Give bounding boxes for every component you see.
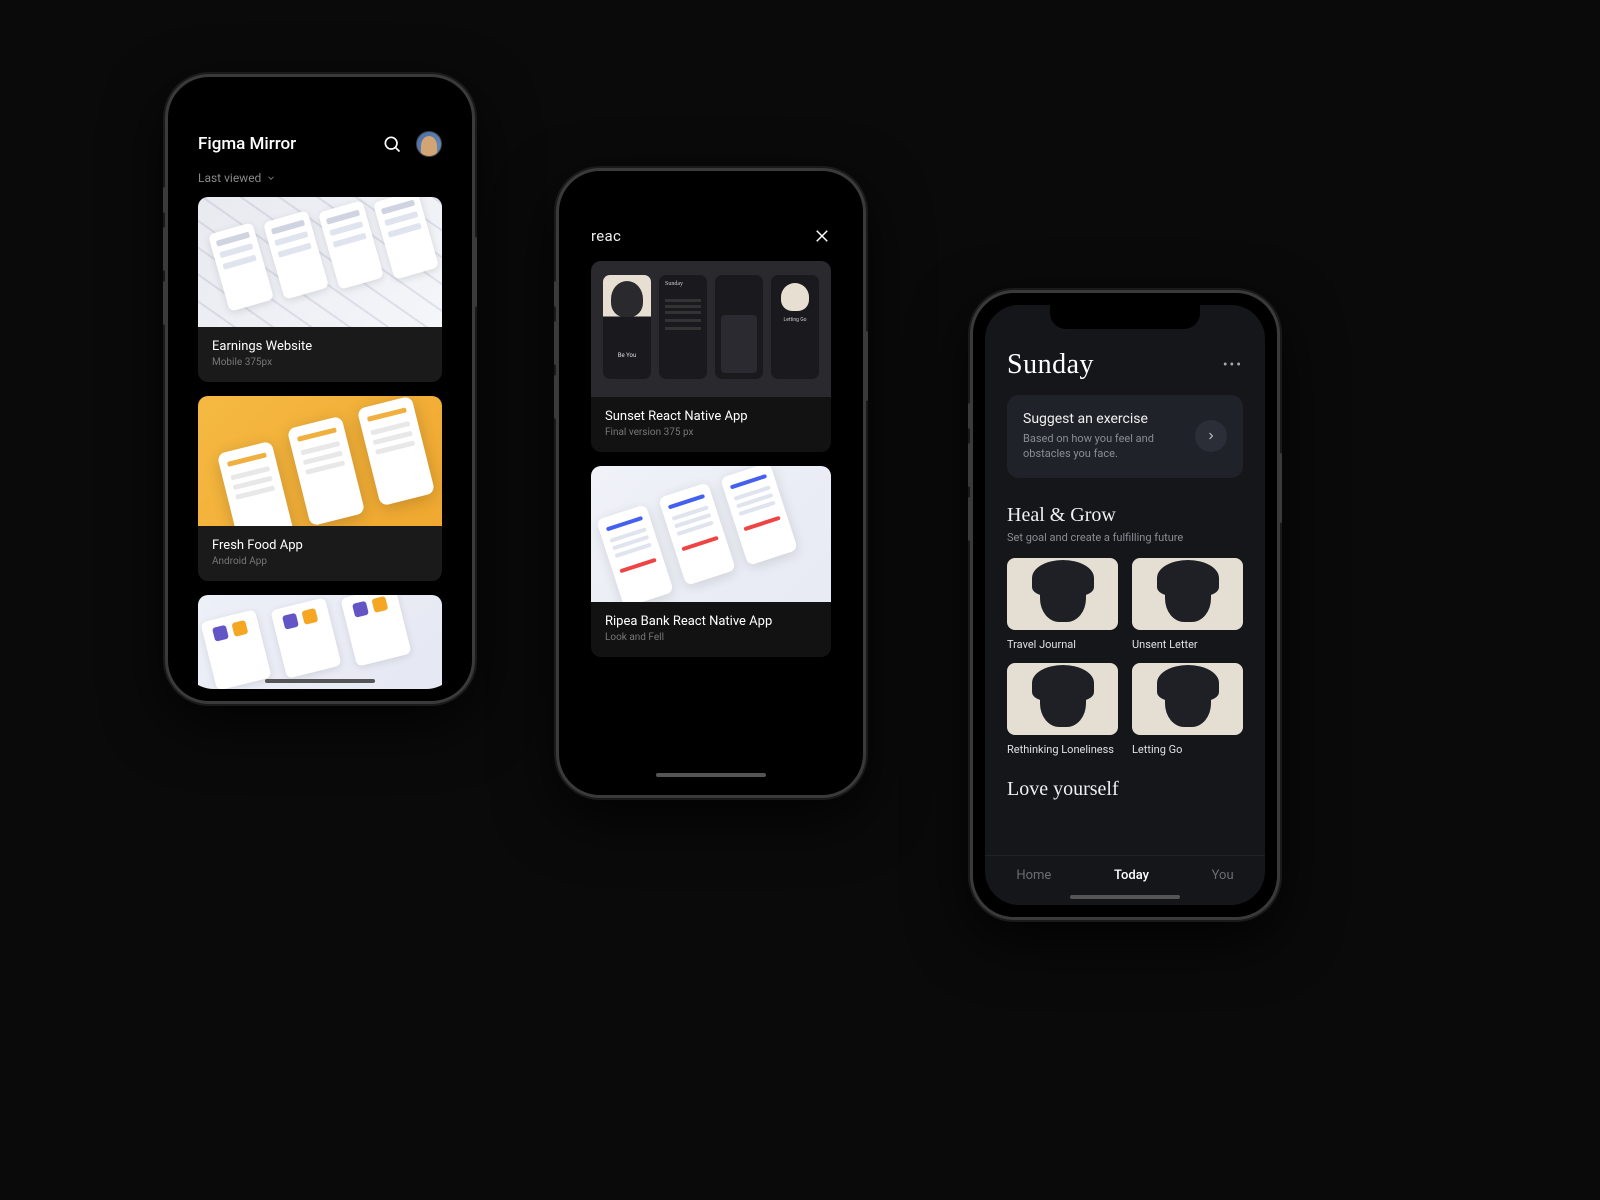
project-thumbnail xyxy=(198,197,442,327)
app-title: Sunday xyxy=(1007,349,1094,381)
exercise-illustration xyxy=(1132,558,1243,630)
suggest-arrow-button[interactable] xyxy=(1195,420,1227,452)
home-indicator[interactable] xyxy=(656,773,766,777)
search-input[interactable]: reac xyxy=(591,227,621,245)
exercise-illustration xyxy=(1007,663,1118,735)
sort-label: Last viewed xyxy=(198,171,261,185)
project-thumbnail xyxy=(198,595,442,689)
tab-today[interactable]: Today xyxy=(1114,868,1149,883)
exercise-tile[interactable]: Letting Go xyxy=(1132,663,1243,756)
tab-you[interactable]: You xyxy=(1212,868,1234,883)
phone-search: reac Sunset React Native App Final versi… xyxy=(556,168,866,798)
project-card[interactable]: Earnings Website Mobile 375px xyxy=(198,197,442,382)
phone-sunday-app: Sunday ••• Suggest an exercise Based on … xyxy=(970,290,1280,920)
avatar[interactable] xyxy=(416,131,442,157)
search-icon[interactable] xyxy=(382,134,402,154)
exercise-tile[interactable]: Travel Journal xyxy=(1007,558,1118,651)
result-title: Sunset React Native App xyxy=(605,409,817,424)
search-result-card[interactable]: Ripea Bank React Native App Look and Fel… xyxy=(591,466,831,657)
search-result-card[interactable]: Sunset React Native App Final version 37… xyxy=(591,261,831,452)
app-title: Figma Mirror xyxy=(198,134,296,154)
home-indicator[interactable] xyxy=(1070,895,1180,899)
result-subtitle: Final version 375 px xyxy=(605,427,817,438)
project-subtitle: Android App xyxy=(212,556,428,567)
result-thumbnail xyxy=(591,261,831,397)
section-title-love: Love yourself xyxy=(1007,778,1243,801)
exercise-label: Travel Journal xyxy=(1007,638,1118,651)
project-card[interactable] xyxy=(198,595,442,689)
result-title: Ripea Bank React Native App xyxy=(605,614,817,629)
section-subtitle-heal: Set goal and create a fulfilling future xyxy=(1007,531,1243,544)
exercise-label: Rethinking Loneliness xyxy=(1007,743,1118,756)
exercise-illustration xyxy=(1007,558,1118,630)
project-subtitle: Mobile 375px xyxy=(212,357,428,368)
phone-figma-mirror: Figma Mirror Last viewed xyxy=(165,74,475,704)
result-subtitle: Look and Fell xyxy=(605,632,817,643)
app-header: Figma Mirror xyxy=(180,131,460,171)
exercise-tile[interactable]: Unsent Letter xyxy=(1132,558,1243,651)
tab-home[interactable]: Home xyxy=(1016,868,1051,883)
project-title: Fresh Food App xyxy=(212,538,428,553)
result-thumbnail xyxy=(591,466,831,602)
home-indicator[interactable] xyxy=(265,679,375,683)
exercise-label: Unsent Letter xyxy=(1132,638,1243,651)
exercise-tile[interactable]: Rethinking Loneliness xyxy=(1007,663,1118,756)
project-card[interactable]: Fresh Food App Android App xyxy=(198,396,442,581)
chevron-right-icon xyxy=(1205,430,1217,442)
close-icon[interactable] xyxy=(813,227,831,245)
chevron-down-icon xyxy=(266,173,276,183)
project-title: Earnings Website xyxy=(212,339,428,354)
suggest-subtitle: Based on how you feel and obstacles you … xyxy=(1023,431,1183,462)
project-thumbnail xyxy=(198,396,442,526)
sort-dropdown[interactable]: Last viewed xyxy=(180,171,460,197)
exercise-label: Letting Go xyxy=(1132,743,1243,756)
exercise-illustration xyxy=(1132,663,1243,735)
suggest-title: Suggest an exercise xyxy=(1023,411,1183,427)
section-title-heal: Heal & Grow xyxy=(1007,504,1243,527)
suggest-exercise-card[interactable]: Suggest an exercise Based on how you fee… xyxy=(1007,395,1243,478)
more-icon[interactable]: ••• xyxy=(1223,357,1243,373)
